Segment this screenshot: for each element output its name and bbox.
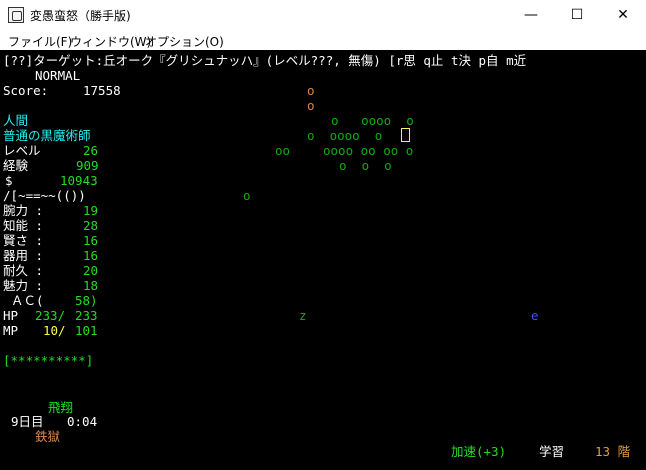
close-button[interactable]: ✕ [600, 0, 646, 30]
stat-con-value: 20 [83, 263, 99, 278]
menu-file[interactable]: ファイル(F) [8, 33, 72, 50]
stat-dex-value: 16 [83, 248, 99, 263]
day-counter: 9日目 [11, 414, 44, 429]
gold-label: $ [5, 173, 13, 188]
stat-int-value: 28 [83, 218, 99, 233]
stat-wis-label: 賢さ : [3, 233, 44, 248]
learn-status: 学習 [539, 444, 565, 459]
map-monsters-row: o oooo o [331, 113, 414, 128]
depth-status: 13 階 [595, 444, 631, 459]
map-monsters-row: o oooo o [307, 128, 383, 143]
menu-options[interactable]: オプション(O) [145, 33, 224, 50]
app-icon [8, 7, 24, 23]
mp-current: 10/ [43, 323, 66, 338]
menu-window[interactable]: ウィンドウ(W) [70, 33, 151, 50]
flying-status: 飛翔 [48, 400, 74, 415]
map-monster-e: e [531, 308, 539, 323]
stat-chr-label: 魅力 : [3, 278, 44, 293]
exp-value: 909 [76, 158, 99, 173]
map-monsters-row: oooo oo oo o [323, 143, 414, 158]
player-cursor [401, 128, 410, 142]
ac-value: 58) [75, 293, 98, 308]
stat-int-label: 知能 : [3, 218, 44, 233]
ac-label: ＡＣ( [11, 293, 44, 308]
gold-value: 10943 [60, 173, 98, 188]
level-label: レベル [3, 143, 41, 158]
level-value: 26 [83, 143, 99, 158]
maximize-button[interactable]: ☐ [554, 0, 600, 30]
speed-status: 加速(+3) [451, 444, 507, 459]
map-monsters-row: o o o [339, 158, 392, 173]
target-line: [??]ターゲット:丘オーク『グリシュナッハ』(レベル???, 無傷) [r思 … [3, 53, 527, 68]
stat-dex-label: 器用 : [3, 248, 44, 263]
health-bar: [**********] [3, 353, 94, 368]
menu-bar: ファイル(F) ウィンドウ(W) オプション(O) [0, 30, 646, 50]
stat-chr-value: 18 [83, 278, 99, 293]
hp-current: 233/ [35, 308, 66, 323]
score-value: 17558 [83, 83, 121, 98]
location-name: 鉄獄 [35, 429, 61, 444]
stat-wis-value: 16 [83, 233, 99, 248]
window-title: 変愚蛮怒（勝手版) [30, 9, 131, 23]
mode-label: NORMAL [35, 68, 81, 83]
equipment-row: /[~==~~(()) [3, 188, 86, 203]
map-monster-z: z [299, 308, 307, 323]
map-monster-o: o [307, 98, 315, 113]
game-terminal[interactable]: [??]ターゲット:丘オーク『グリシュナッハ』(レベル???, 無傷) [r思 … [0, 50, 646, 470]
exp-label: 経験 [3, 158, 29, 173]
map-monster-o: o [243, 188, 251, 203]
hp-label: HP [3, 308, 19, 323]
class: 普通の黒魔術師 [3, 128, 91, 143]
game-time: 0:04 [67, 414, 98, 429]
stat-str-value: 19 [83, 203, 99, 218]
minimize-button[interactable]: — [508, 0, 554, 30]
map-monsters-row: oo [275, 143, 291, 158]
race: 人間 [3, 113, 29, 128]
stat-con-label: 耐久 : [3, 263, 44, 278]
score-label: Score: [3, 83, 49, 98]
mp-label: MP [3, 323, 19, 338]
map-monster-o: o [307, 83, 315, 98]
title-bar: 変愚蛮怒（勝手版) — ☐ ✕ [0, 0, 646, 30]
mp-max: 101 [75, 323, 98, 338]
hp-max: 233 [75, 308, 98, 323]
stat-str-label: 腕力 : [3, 203, 44, 218]
